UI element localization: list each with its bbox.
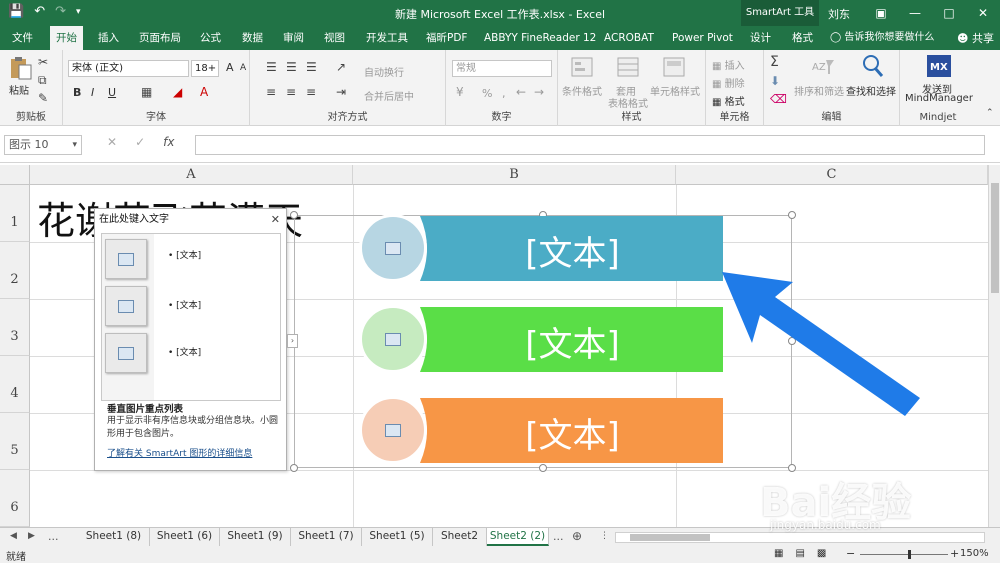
add-sheet-icon[interactable]: ⊕ — [572, 528, 582, 546]
more-sheets-right[interactable]: ... — [553, 528, 564, 546]
picture-thumb-2[interactable] — [105, 286, 147, 326]
picture-placeholder-1[interactable] — [359, 214, 427, 282]
text-pane-title: 在此处键入文字 — [99, 214, 169, 225]
image-icon — [385, 423, 401, 437]
sheet-tab[interactable]: Sheet1 (6) — [150, 528, 220, 546]
zoom-slider[interactable] — [860, 554, 948, 555]
annotation-arrow — [722, 272, 920, 416]
tab-splitter-icon[interactable]: ⋮ — [600, 528, 609, 546]
sheet-tab[interactable]: Sheet1 (5) — [362, 528, 433, 546]
smartart-text-pane: 在此处键入文字 ✕ • [文本] • [文本] • [文本] 垂直图片重点列表 … — [94, 208, 287, 471]
status-bar: 就绪 ▦ ▤ ▩ − + 150% — [0, 546, 1000, 563]
page-break-icon[interactable]: ▩ — [817, 548, 826, 559]
zoom-slider-knob[interactable] — [908, 550, 911, 559]
picture-thumb-3[interactable] — [105, 333, 147, 373]
layout-name: 垂直图片重点列表 — [107, 404, 184, 415]
text-pane-toggle[interactable]: › — [287, 334, 298, 348]
horizontal-scrollbar[interactable] — [615, 532, 985, 543]
zoom-in-icon[interactable]: + — [950, 547, 959, 560]
page-layout-icon[interactable]: ▤ — [795, 548, 804, 559]
sheet-tab[interactable]: Sheet2 — [433, 528, 487, 546]
image-icon — [118, 252, 134, 266]
sheet-tab[interactable]: Sheet1 (8) — [78, 528, 150, 546]
picture-placeholder-2[interactable] — [359, 305, 427, 373]
image-icon — [118, 299, 134, 313]
prev-sheet-icon[interactable]: ◀ — [10, 528, 17, 546]
smartart-text-3[interactable]: [文本] — [470, 408, 675, 457]
sheet-tab[interactable]: Sheet1 (9) — [220, 528, 291, 546]
image-icon — [385, 332, 401, 346]
status-text: 就绪 — [6, 552, 26, 563]
layout-description: 用于显示非有序信息块或分组信息块。小圆形用于包含图片。 — [107, 416, 279, 439]
zoom-level[interactable]: 150% — [960, 548, 989, 559]
normal-view-icon[interactable]: ▦ — [774, 548, 783, 559]
next-sheet-icon[interactable]: ▶ — [28, 528, 35, 546]
zoom-out-icon[interactable]: − — [846, 547, 855, 560]
more-sheets-left[interactable]: ... — [48, 528, 59, 546]
scroll-thumb[interactable] — [630, 534, 710, 541]
smartart-text-1[interactable]: [文本] — [470, 226, 675, 275]
image-icon — [118, 346, 134, 360]
sheet-tab[interactable]: Sheet1 (7) — [291, 528, 362, 546]
picture-placeholder-3[interactable] — [359, 396, 427, 464]
picture-strip — [102, 234, 154, 400]
sheet-tab-active[interactable]: Sheet2 (2) — [487, 528, 549, 546]
smartart-help-link[interactable]: 了解有关 SmartArt 图形的详细信息 — [107, 446, 252, 459]
bullet-item-3[interactable]: • [文本] — [168, 345, 201, 358]
image-icon — [385, 241, 401, 255]
picture-thumb-1[interactable] — [105, 239, 147, 279]
text-pane-editor: • [文本] • [文本] • [文本] — [101, 233, 281, 401]
bullet-item-1[interactable]: • [文本] — [168, 248, 201, 261]
baidu-watermark-url: jingyan.baidu.com — [770, 518, 881, 532]
smartart-text-2[interactable]: [文本] — [470, 317, 675, 366]
bullet-item-2[interactable]: • [文本] — [168, 298, 201, 311]
close-icon[interactable]: ✕ — [271, 213, 280, 226]
